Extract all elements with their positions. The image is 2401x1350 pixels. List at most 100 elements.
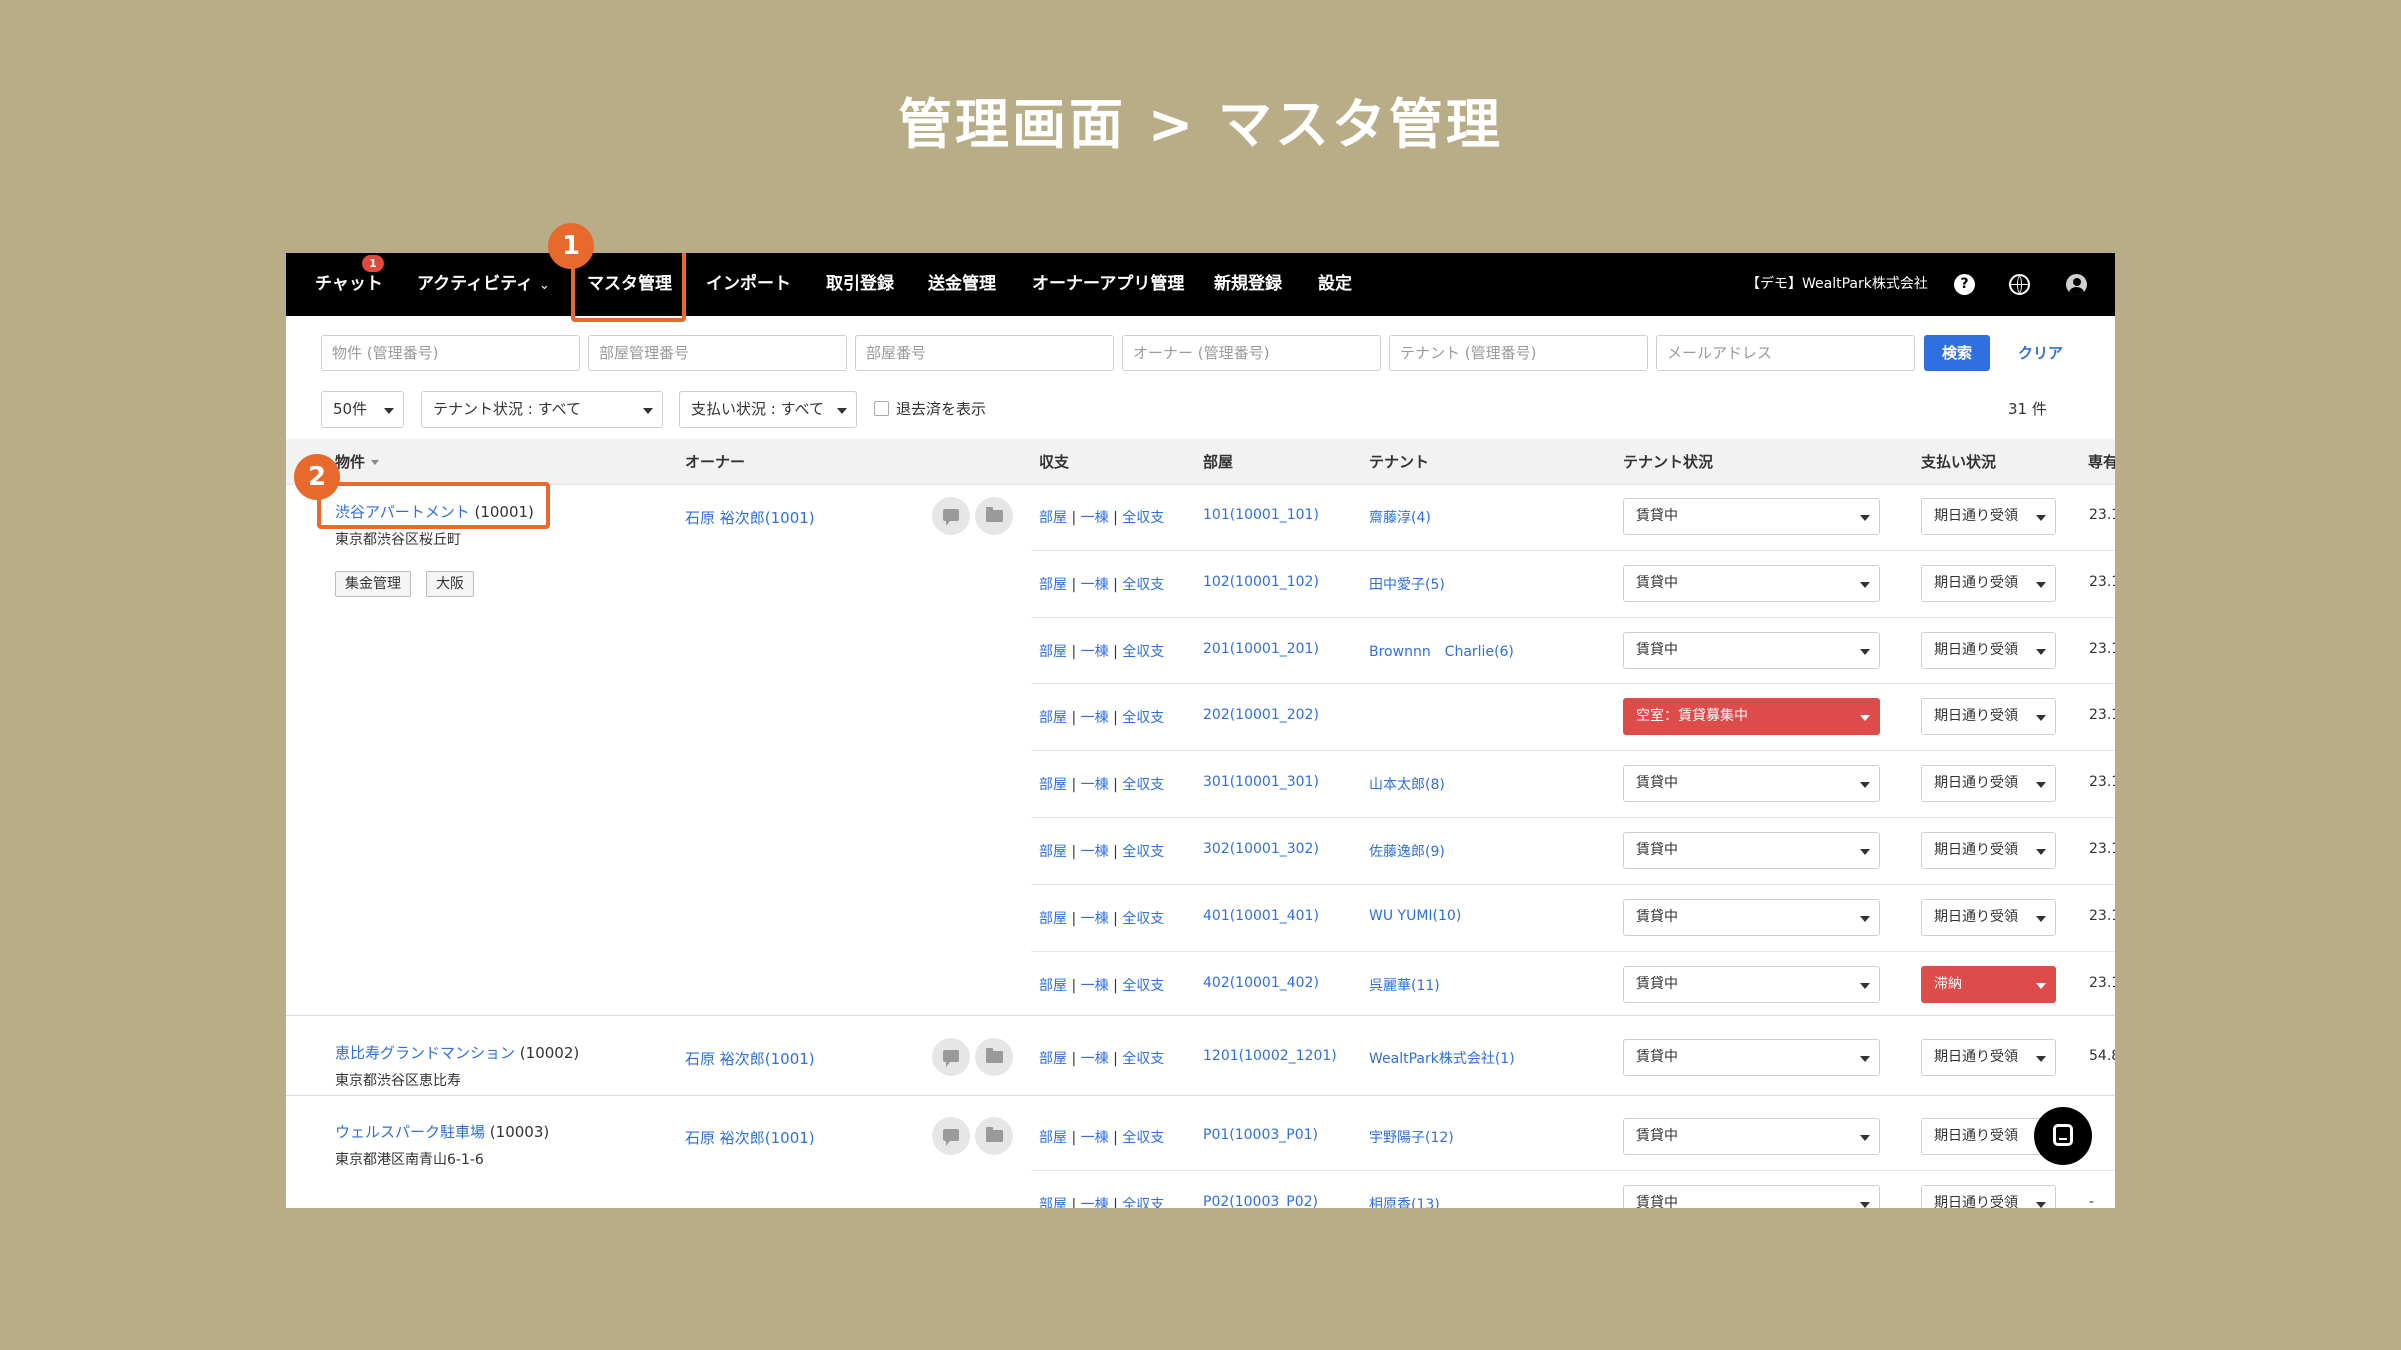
property-filter-input[interactable]: 物件 (管理番号) — [321, 335, 580, 371]
property-link[interactable]: 恵比寿グランドマンション (10002) — [335, 1042, 579, 1063]
tenant-status-dropdown[interactable]: 賃貸中 — [1623, 832, 1880, 869]
balance-all-link[interactable]: 全収支 — [1122, 1051, 1164, 1067]
document-button[interactable] — [975, 1117, 1013, 1155]
document-button[interactable] — [975, 1038, 1013, 1076]
clear-button[interactable]: クリア — [2018, 335, 2063, 371]
room-link[interactable]: P02(10003_P02) — [1203, 1194, 1318, 1208]
tenant-link[interactable]: 田中愛子(5) — [1369, 574, 1445, 594]
payment-status-dropdown[interactable]: 期日通り受領 — [1921, 1185, 2056, 1208]
tenant-status-dropdown[interactable]: 空室：賃貸募集中 — [1623, 698, 1880, 735]
tenant-status-dropdown[interactable]: 賃貸中 — [1623, 565, 1880, 602]
help-icon[interactable]: ? — [1954, 274, 1975, 295]
balance-room-link[interactable]: 部屋 — [1039, 777, 1067, 793]
column-header-property[interactable]: 物件 — [335, 439, 380, 485]
balance-all-link[interactable]: 全収支 — [1122, 1197, 1164, 1208]
payment-status-dropdown[interactable]: 期日通り受領 — [1921, 632, 2056, 669]
owner-link[interactable]: 石原 裕次郎(1001) — [685, 507, 815, 528]
room-link[interactable]: 1201(10002_1201) — [1203, 1048, 1337, 1064]
room-link[interactable]: 302(10001_302) — [1203, 841, 1319, 857]
nav-settings[interactable]: 設定 — [1318, 253, 1352, 316]
balance-room-link[interactable]: 部屋 — [1039, 1051, 1067, 1067]
tenant-status-dropdown[interactable]: 賃貸中 — [1623, 1118, 1880, 1155]
owner-link[interactable]: 石原 裕次郎(1001) — [685, 1048, 815, 1069]
payment-status-select[interactable]: 支払い状況 : すべて — [679, 391, 857, 428]
balance-building-link[interactable]: 一棟 — [1081, 978, 1109, 994]
message-button[interactable] — [932, 497, 970, 535]
balance-all-link[interactable]: 全収支 — [1122, 777, 1164, 793]
tenant-link[interactable]: 呉麗華(11) — [1369, 975, 1440, 995]
search-button[interactable]: 検索 — [1924, 335, 1990, 371]
owner-filter-input[interactable]: オーナー (管理番号) — [1122, 335, 1381, 371]
balance-room-link[interactable]: 部屋 — [1039, 510, 1067, 526]
balance-all-link[interactable]: 全収支 — [1122, 978, 1164, 994]
balance-room-link[interactable]: 部屋 — [1039, 1197, 1067, 1208]
balance-building-link[interactable]: 一棟 — [1081, 510, 1109, 526]
document-button[interactable] — [975, 497, 1013, 535]
nav-owner-app[interactable]: オーナーアプリ管理 — [1032, 253, 1184, 316]
payment-status-dropdown[interactable]: 期日通り受領 — [1921, 899, 2056, 936]
balance-building-link[interactable]: 一棟 — [1081, 911, 1109, 927]
tenant-link[interactable]: 佐藤逸郎(9) — [1369, 841, 1445, 861]
room-number-filter-input[interactable]: 部屋番号 — [855, 335, 1114, 371]
tenant-status-select[interactable]: テナント状況 : すべて — [421, 391, 663, 428]
show-past-checkbox[interactable] — [874, 401, 889, 416]
balance-all-link[interactable]: 全収支 — [1122, 911, 1164, 927]
tenant-status-dropdown[interactable]: 賃貸中 — [1623, 1039, 1880, 1076]
room-link[interactable]: 402(10001_402) — [1203, 975, 1319, 991]
tenant-filter-input[interactable]: テナント (管理番号) — [1389, 335, 1648, 371]
tenant-status-dropdown[interactable]: 賃貸中 — [1623, 966, 1880, 1003]
tenant-status-dropdown[interactable]: 賃貸中 — [1623, 765, 1880, 802]
tenant-status-dropdown[interactable]: 賃貸中 — [1623, 498, 1880, 535]
balance-building-link[interactable]: 一棟 — [1081, 844, 1109, 860]
balance-all-link[interactable]: 全収支 — [1122, 644, 1164, 660]
tenant-link[interactable]: 山本太郎(8) — [1369, 774, 1445, 794]
message-button[interactable] — [932, 1117, 970, 1155]
room-link[interactable]: 201(10001_201) — [1203, 641, 1319, 657]
tenant-link[interactable]: 相原香(13) — [1369, 1194, 1440, 1208]
owner-link[interactable]: 石原 裕次郎(1001) — [685, 1127, 815, 1148]
nav-transaction[interactable]: 取引登録 — [826, 253, 894, 316]
balance-all-link[interactable]: 全収支 — [1122, 1130, 1164, 1146]
balance-building-link[interactable]: 一棟 — [1081, 710, 1109, 726]
balance-room-link[interactable]: 部屋 — [1039, 644, 1067, 660]
room-id-filter-input[interactable]: 部屋管理番号 — [588, 335, 847, 371]
balance-room-link[interactable]: 部屋 — [1039, 911, 1067, 927]
room-link[interactable]: 401(10001_401) — [1203, 908, 1319, 924]
tenant-link[interactable]: WealtPark株式会社(1) — [1369, 1048, 1515, 1068]
balance-all-link[interactable]: 全収支 — [1122, 844, 1164, 860]
payment-status-dropdown[interactable]: 期日通り受領 — [1921, 1039, 2056, 1076]
balance-room-link[interactable]: 部屋 — [1039, 577, 1067, 593]
chat-launcher-button[interactable] — [2034, 1107, 2092, 1165]
balance-room-link[interactable]: 部屋 — [1039, 978, 1067, 994]
email-filter-input[interactable]: メールアドレス — [1656, 335, 1915, 371]
tenant-link[interactable]: 宇野陽子(12) — [1369, 1127, 1454, 1147]
payment-status-dropdown[interactable]: 期日通り受領 — [1921, 698, 2056, 735]
user-icon[interactable] — [2066, 274, 2087, 295]
tenant-link[interactable]: Brownnn Charlie(6) — [1369, 641, 1514, 661]
tenant-status-dropdown[interactable]: 賃貸中 — [1623, 1185, 1880, 1208]
payment-status-dropdown[interactable]: 期日通り受領 — [1921, 498, 2056, 535]
room-link[interactable]: P01(10003_P01) — [1203, 1127, 1318, 1143]
nav-import[interactable]: インポート — [706, 253, 791, 316]
room-link[interactable]: 102(10001_102) — [1203, 574, 1319, 590]
balance-room-link[interactable]: 部屋 — [1039, 710, 1067, 726]
room-link[interactable]: 101(10001_101) — [1203, 507, 1319, 523]
message-button[interactable] — [932, 1038, 970, 1076]
tenant-link[interactable]: WU YUMI(10) — [1369, 908, 1461, 924]
balance-room-link[interactable]: 部屋 — [1039, 844, 1067, 860]
balance-all-link[interactable]: 全収支 — [1122, 577, 1164, 593]
balance-building-link[interactable]: 一棟 — [1081, 1130, 1109, 1146]
balance-building-link[interactable]: 一棟 — [1081, 1197, 1109, 1208]
room-link[interactable]: 202(10001_202) — [1203, 707, 1319, 723]
payment-status-dropdown[interactable]: 滞納 — [1921, 966, 2056, 1003]
balance-room-link[interactable]: 部屋 — [1039, 1130, 1067, 1146]
balance-building-link[interactable]: 一棟 — [1081, 777, 1109, 793]
nav-remittance[interactable]: 送金管理 — [928, 253, 996, 316]
payment-status-dropdown[interactable]: 期日通り受領 — [1921, 765, 2056, 802]
per-page-select[interactable]: 50件 — [321, 391, 404, 428]
room-link[interactable]: 301(10001_301) — [1203, 774, 1319, 790]
balance-building-link[interactable]: 一棟 — [1081, 1051, 1109, 1067]
company-name[interactable]: 【デモ】WealtPark株式会社 — [1746, 253, 1928, 316]
nav-new[interactable]: 新規登録 — [1214, 253, 1282, 316]
payment-status-dropdown[interactable]: 期日通り受領 — [1921, 565, 2056, 602]
